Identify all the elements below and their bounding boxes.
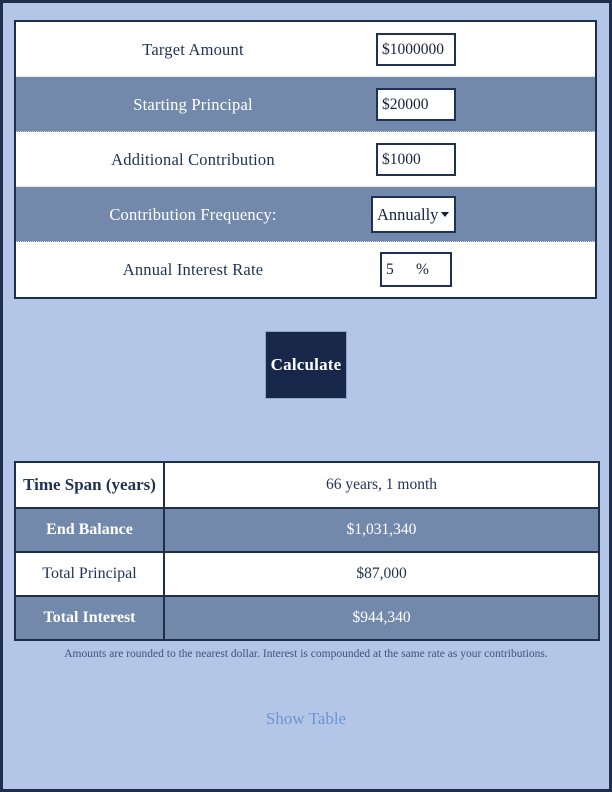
- percent-symbol: %: [416, 260, 429, 278]
- results-row-label: Time Span (years): [16, 463, 165, 507]
- calculator-page: Target Amount Starting Principal Additiona…: [3, 3, 609, 789]
- results-row-value: $944,340: [352, 609, 411, 626]
- form-row-contribution-frequency: Contribution Frequency: Annually: [16, 186, 595, 242]
- show-table-link[interactable]: Show Table: [266, 709, 346, 728]
- results-row-value: 66 years, 1 month: [325, 476, 438, 493]
- field-cell-starting-principal: [376, 88, 595, 121]
- input-form-card: Target Amount Starting Principal Additiona…: [14, 20, 597, 299]
- contribution-frequency-selected-value: Annually: [377, 204, 439, 224]
- label-target-amount: Target Amount: [142, 39, 244, 59]
- target-amount-input[interactable]: [376, 33, 456, 66]
- starting-principal-input[interactable]: [376, 88, 456, 121]
- results-table: Time Span (years) 66 years, 1 month End Ba…: [14, 461, 600, 641]
- label-contribution-frequency: Contribution Frequency:: [109, 204, 277, 224]
- annual-interest-rate-input[interactable]: [382, 254, 414, 285]
- show-table-link-container: Show Table: [3, 709, 609, 729]
- field-cell-annual-interest-rate: %: [376, 252, 595, 287]
- results-row: Total Interest $944,340: [16, 595, 598, 639]
- results-row-label: Total Interest: [16, 597, 165, 639]
- results-row-label: End Balance: [16, 509, 165, 551]
- annual-interest-rate-field: %: [380, 252, 452, 287]
- form-row-annual-interest-rate: Annual Interest Rate%: [16, 241, 595, 297]
- field-cell-contribution-frequency: Annually: [371, 196, 595, 233]
- calculate-button[interactable]: Calculate: [265, 331, 347, 399]
- form-row-starting-principal: Starting Principal: [16, 76, 595, 132]
- results-footnote: Amounts are rounded to the nearest dolla…: [64, 648, 548, 660]
- label-annual-interest-rate: Annual Interest Rate: [122, 259, 264, 279]
- results-row: End Balance $1,031,340: [16, 507, 598, 551]
- label-additional-contribution: Additional Contribution: [111, 149, 275, 169]
- additional-contribution-input[interactable]: [376, 143, 456, 176]
- form-row-target-amount: Target Amount: [16, 22, 595, 77]
- field-cell-target-amount: [376, 33, 595, 66]
- calculate-button-container: Calculate: [3, 331, 609, 399]
- results-row-label: Total Principal: [16, 553, 165, 595]
- results-row-value: $87,000: [356, 565, 407, 582]
- results-row: Time Span (years) 66 years, 1 month: [16, 463, 598, 507]
- field-cell-additional-contribution: [376, 143, 595, 176]
- chevron-down-icon: [441, 212, 450, 217]
- results-row: Total Principal $87,000: [16, 551, 598, 595]
- results-row-value: $1,031,340: [346, 521, 417, 538]
- label-starting-principal: Starting Principal: [133, 94, 253, 114]
- form-row-additional-contribution: Additional Contribution: [16, 131, 595, 187]
- contribution-frequency-select[interactable]: Annually: [371, 196, 456, 233]
